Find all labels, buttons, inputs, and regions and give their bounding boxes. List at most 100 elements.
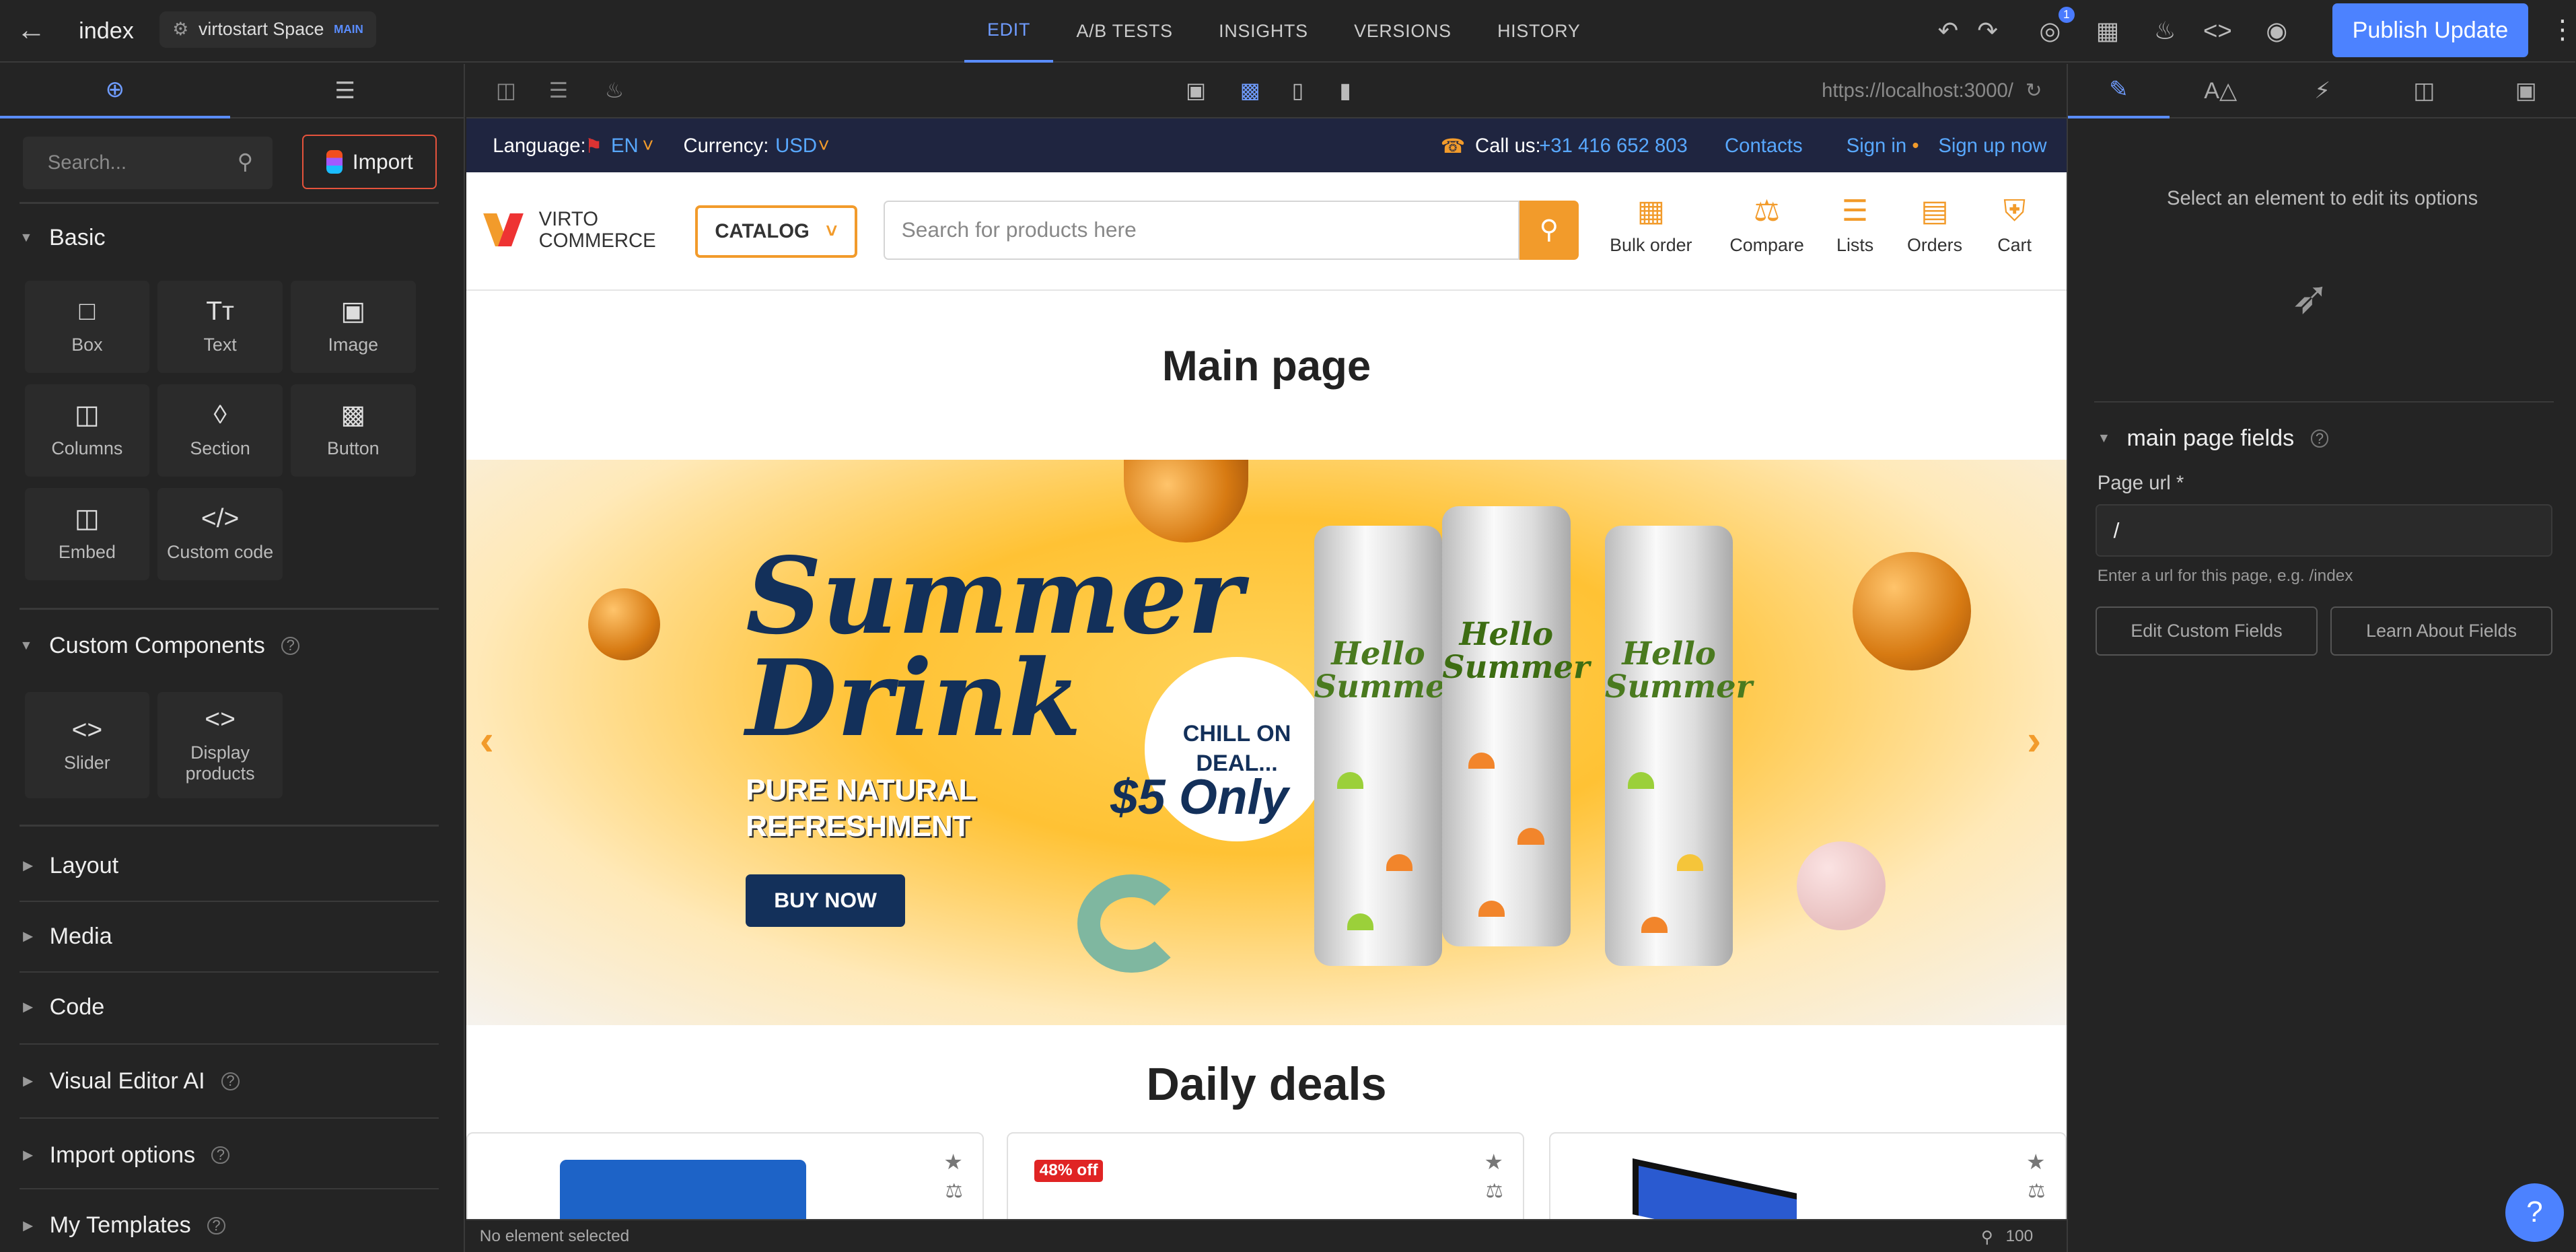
media-section[interactable]: ▶ Media: [23, 920, 112, 953]
data-tab[interactable]: ◫: [2373, 64, 2475, 118]
preview-eye-icon[interactable]: ◉: [2260, 15, 2293, 48]
split-view-icon[interactable]: ◫: [493, 77, 519, 104]
logo-text-2: COMMERCE: [538, 229, 656, 252]
publish-button[interactable]: Publish Update: [2332, 3, 2528, 58]
product-card[interactable]: ★ ⚖: [1548, 1132, 2067, 1220]
back-arrow-icon[interactable]: ←: [16, 13, 52, 50]
tablet-view-icon[interactable]: ▯: [1285, 77, 1311, 104]
zoom-icon[interactable]: ⚲: [1981, 1227, 1993, 1247]
block-custom-code[interactable]: </> Custom code: [157, 487, 283, 580]
mobile-view-icon[interactable]: ▮: [1332, 77, 1359, 104]
redo-icon[interactable]: ↷: [1971, 15, 2004, 48]
page-fields-header[interactable]: ▼ main page fields ?: [2098, 425, 2329, 452]
help-chat-button[interactable]: ?: [2505, 1183, 2565, 1243]
block-search-input[interactable]: Search... ⚲: [23, 136, 273, 189]
block-label: Columns: [51, 438, 123, 458]
chevron-right-icon[interactable]: ›: [2027, 716, 2041, 765]
hero-banner[interactable]: ‹ › Summer Drink PURE NATURAL REFRESHMENT …: [466, 460, 2067, 1026]
help-icon[interactable]: ?: [221, 1072, 240, 1090]
tab-edit[interactable]: EDIT: [964, 0, 1054, 63]
basic-section-header[interactable]: ▼ Basic: [20, 222, 105, 255]
zoom-level[interactable]: 100: [2005, 1227, 2033, 1246]
currency-select[interactable]: USD: [775, 135, 817, 158]
help-icon[interactable]: ?: [281, 636, 300, 655]
more-menu-icon[interactable]: ⋮: [2549, 15, 2575, 45]
target-icon[interactable]: ◎ 1: [2034, 6, 2075, 48]
bulk-order-link[interactable]: ▦ Bulk order: [1610, 195, 1692, 256]
tab-versions[interactable]: VERSIONS: [1331, 0, 1474, 63]
bell-icon[interactable]: ♨: [2149, 15, 2182, 48]
style-tab[interactable]: A△: [2170, 64, 2271, 118]
help-icon[interactable]: ?: [211, 1146, 230, 1164]
block-section[interactable]: ◊ Section: [157, 384, 283, 477]
product-card[interactable]: ★ ⚖: [466, 1132, 985, 1220]
help-icon[interactable]: ?: [207, 1216, 225, 1235]
lists-link[interactable]: ☰ Lists: [1836, 195, 1873, 256]
import-options-section[interactable]: ▶ Import options?: [23, 1139, 230, 1172]
block-text[interactable]: Tт Text: [157, 281, 283, 374]
site-top-bar: Language: ⚑ EN ˅ Currency: USD ˅ ☎ Call …: [466, 118, 2067, 173]
desktop-view-icon[interactable]: ▩: [1237, 77, 1263, 104]
edit-custom-fields-button[interactable]: Edit Custom Fields: [2096, 606, 2318, 656]
reload-icon[interactable]: ↻: [2026, 79, 2042, 102]
code-section[interactable]: ▶ Code: [23, 991, 104, 1024]
import-button[interactable]: Import: [302, 135, 437, 189]
site-search-input[interactable]: Search for products here: [884, 200, 1519, 260]
layers-icon: ☰: [334, 78, 355, 104]
space-selector[interactable]: ⚙ virtostart Space MAIN: [159, 11, 377, 48]
flame-icon[interactable]: ♨: [601, 77, 627, 104]
block-button[interactable]: ▩ Button: [291, 384, 416, 477]
code-icon[interactable]: <>: [2201, 15, 2234, 48]
site-search-button[interactable]: ⚲: [1519, 200, 1579, 260]
phone-link[interactable]: +31 416 652 803: [1539, 135, 1688, 158]
orders-link[interactable]: ▤ Orders: [1907, 195, 1962, 256]
design-tab[interactable]: ✎: [2067, 64, 2170, 118]
star-icon[interactable]: ★: [1484, 1150, 1503, 1175]
block-embed[interactable]: ◫ Embed: [24, 487, 150, 580]
fit-screen-icon[interactable]: ▣: [1183, 77, 1209, 104]
schedule-icon[interactable]: ▦: [2091, 15, 2124, 48]
comments-tab[interactable]: ▣: [2475, 64, 2576, 118]
my-templates-section[interactable]: ▶ My Templates?: [23, 1210, 225, 1243]
custom-components-header[interactable]: ▼ Custom Components ?: [20, 629, 300, 662]
star-icon[interactable]: ★: [2026, 1150, 2045, 1175]
block-box[interactable]: □ Box: [24, 281, 150, 374]
tab-ab-tests[interactable]: A/B TESTS: [1053, 0, 1196, 63]
chevron-down-icon: ˅: [826, 220, 838, 243]
compare-icon[interactable]: ⚖: [2028, 1179, 2045, 1203]
buy-now-button[interactable]: BUY NOW: [746, 874, 905, 927]
catalog-button[interactable]: CATALOG ˅: [694, 205, 858, 258]
virto-logo[interactable]: VIRTO COMMERCE: [483, 209, 656, 252]
compare-link[interactable]: ⚖ Compare: [1729, 195, 1803, 256]
undo-icon[interactable]: ↶: [1932, 15, 1965, 48]
learn-about-fields-button[interactable]: Learn About Fields: [2330, 606, 2552, 656]
layers-tab[interactable]: ☰: [230, 64, 460, 118]
contacts-link[interactable]: Contacts: [1725, 135, 1803, 158]
interactions-tab[interactable]: ⚡: [2271, 64, 2373, 118]
block-columns[interactable]: ◫ Columns: [24, 384, 150, 477]
block-display-products[interactable]: <> Display products: [157, 691, 283, 799]
help-icon[interactable]: ?: [2310, 429, 2329, 448]
compare-icon[interactable]: ⚖: [945, 1179, 963, 1203]
chevron-left-icon[interactable]: ‹: [480, 716, 494, 765]
page-url-input[interactable]: /: [2096, 504, 2552, 557]
site-preview[interactable]: Language: ⚑ EN ˅ Currency: USD ˅ ☎ Call …: [466, 118, 2067, 1220]
tab-insights[interactable]: INSIGHTS: [1196, 0, 1331, 63]
cursor-click-icon: ➶: [2291, 271, 2330, 323]
scales-icon: ⚖: [1753, 195, 1781, 228]
add-blocks-tab[interactable]: ⊕: [0, 64, 230, 118]
cart-link[interactable]: ⛨ Cart: [1997, 195, 2032, 256]
tab-history[interactable]: HISTORY: [1474, 0, 1604, 63]
language-select[interactable]: EN: [611, 135, 639, 158]
orange-sphere: [587, 588, 661, 661]
star-icon[interactable]: ★: [943, 1150, 962, 1175]
sign-up-link[interactable]: Sign up now: [1938, 135, 2046, 158]
visual-editor-ai-section[interactable]: ▶ Visual Editor AI?: [23, 1065, 240, 1098]
block-image[interactable]: ▣ Image: [291, 281, 416, 374]
block-slider[interactable]: <> Slider: [24, 691, 150, 799]
compare-icon[interactable]: ⚖: [1486, 1179, 1503, 1203]
sign-in-link[interactable]: Sign in: [1847, 135, 1907, 158]
spacing-icon[interactable]: ☰: [545, 77, 571, 104]
layout-section[interactable]: ▶ Layout: [23, 849, 118, 882]
product-card[interactable]: 48% off ★ ⚖: [1007, 1132, 1525, 1220]
